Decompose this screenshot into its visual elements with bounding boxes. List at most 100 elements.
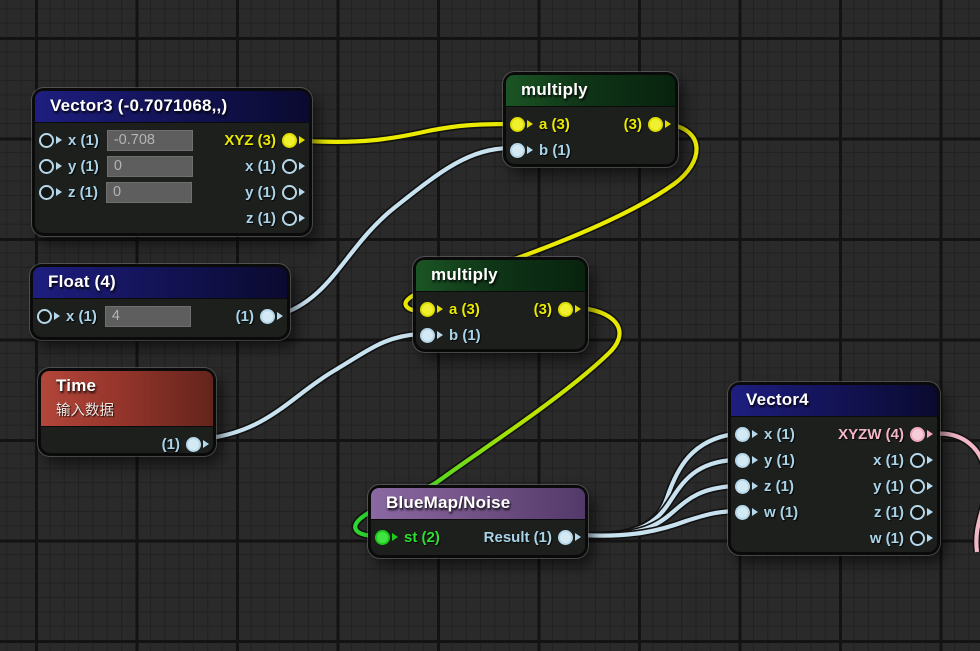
- port-out-circle[interactable]: [186, 437, 201, 452]
- node-vector4[interactable]: Vector4x (1)XYZW (4)y (1)x (1)z (1)y (1)…: [728, 382, 940, 555]
- node-title: Float (4): [48, 272, 272, 292]
- port-out-3[interactable]: [648, 117, 671, 132]
- output-side: (1): [230, 308, 283, 325]
- port-row: w (1): [735, 525, 933, 551]
- port-in-b-1[interactable]: [510, 143, 533, 158]
- port-in-x-1[interactable]: [735, 427, 758, 442]
- port-in-circle[interactable]: [735, 453, 750, 468]
- port-out-circle[interactable]: [558, 302, 573, 317]
- port-in-z-1[interactable]: [735, 479, 758, 494]
- output-side: y (1): [867, 478, 933, 495]
- output-side: (3): [528, 301, 581, 318]
- output-side: y (1): [239, 184, 305, 201]
- port-out-1[interactable]: [186, 437, 209, 452]
- port-arrow-icon: [927, 508, 933, 516]
- port-arrow-icon: [299, 162, 305, 170]
- port-arrow-icon: [527, 120, 533, 128]
- node-title: Vector4: [746, 390, 922, 410]
- port-in-x-1[interactable]: [39, 133, 62, 148]
- value-field[interactable]: 4: [105, 306, 191, 327]
- port-out-xyzw-4[interactable]: [910, 427, 933, 442]
- port-out-z-1[interactable]: [282, 211, 305, 226]
- port-in-st-2[interactable]: [375, 530, 398, 545]
- port-out-circle[interactable]: [910, 531, 925, 546]
- node-multiply1-header[interactable]: multiply: [506, 75, 675, 107]
- port-in-circle[interactable]: [375, 530, 390, 545]
- value-field[interactable]: -0.708: [107, 130, 193, 151]
- node-float[interactable]: Float (4)x (1)4(1): [30, 264, 290, 340]
- port-in-a-3[interactable]: [420, 302, 443, 317]
- port-arrow-icon: [299, 136, 305, 144]
- port-out-circle[interactable]: [910, 453, 925, 468]
- node-bluemap[interactable]: BlueMap/Noisest (2)Result (1): [368, 485, 588, 558]
- node-title: Vector3 (-0.7071068,,): [50, 96, 294, 116]
- port-in-y-1[interactable]: [39, 159, 62, 174]
- port-out-result-1[interactable]: [558, 530, 581, 545]
- port-out-circle[interactable]: [648, 117, 663, 132]
- node-float-header[interactable]: Float (4): [33, 267, 287, 299]
- port-out-w-1[interactable]: [910, 531, 933, 546]
- value-field[interactable]: 0: [107, 156, 193, 177]
- output-port-label: XYZ (3): [224, 132, 276, 149]
- port-in-b-1[interactable]: [420, 328, 443, 343]
- node-multiply1[interactable]: multiplya (3)(3)b (1): [503, 72, 678, 167]
- port-in-circle[interactable]: [39, 185, 54, 200]
- node-time-header[interactable]: Time输入数据: [41, 371, 213, 427]
- value-field[interactable]: 0: [106, 182, 192, 203]
- port-in-circle[interactable]: [735, 505, 750, 520]
- port-arrow-icon: [299, 214, 305, 222]
- port-out-circle[interactable]: [282, 159, 297, 174]
- node-vector4-header[interactable]: Vector4: [731, 385, 937, 417]
- node-vector3-header[interactable]: Vector3 (-0.7071068,,): [35, 91, 309, 123]
- port-in-a-3[interactable]: [510, 117, 533, 132]
- port-out-circle[interactable]: [558, 530, 573, 545]
- port-out-circle[interactable]: [910, 505, 925, 520]
- port-in-y-1[interactable]: [735, 453, 758, 468]
- node-title: multiply: [431, 265, 570, 285]
- node-graph-canvas[interactable]: Vector3 (-0.7071068,,) x (1) -0.708 XYZ (3)…: [0, 0, 980, 651]
- port-in-x-1[interactable]: [37, 309, 60, 324]
- port-out-1[interactable]: [260, 309, 283, 324]
- port-out-circle[interactable]: [260, 309, 275, 324]
- port-out-x-1[interactable]: [282, 159, 305, 174]
- port-in-z-1[interactable]: [39, 185, 62, 200]
- node-vector3[interactable]: Vector3 (-0.7071068,,) x (1) -0.708 XYZ (3)…: [32, 88, 312, 236]
- port-out-circle[interactable]: [910, 427, 925, 442]
- output-side: XYZW (4): [832, 426, 933, 443]
- port-out-circle[interactable]: [282, 133, 297, 148]
- port-out-circle[interactable]: [282, 185, 297, 200]
- port-out-circle[interactable]: [282, 211, 297, 226]
- port-in-circle[interactable]: [39, 159, 54, 174]
- node-body: st (2)Result (1): [371, 520, 585, 554]
- port-in-circle[interactable]: [510, 143, 525, 158]
- port-in-circle[interactable]: [420, 302, 435, 317]
- node-body: a (3)(3)b (1): [506, 107, 675, 167]
- node-body: (1): [41, 427, 213, 461]
- node-time[interactable]: Time输入数据(1): [38, 368, 216, 456]
- port-out-xyz-3[interactable]: [282, 133, 305, 148]
- output-side: z (1): [240, 210, 305, 227]
- port-out-x-1[interactable]: [910, 453, 933, 468]
- node-multiply2-header[interactable]: multiply: [416, 260, 585, 292]
- output-port-label: (3): [624, 116, 642, 133]
- port-in-circle[interactable]: [37, 309, 52, 324]
- port-arrow-icon: [575, 533, 581, 541]
- port-out-y-1[interactable]: [910, 479, 933, 494]
- wire-outline: [210, 334, 420, 438]
- port-out-circle[interactable]: [910, 479, 925, 494]
- node-multiply2[interactable]: multiplya (3)(3)b (1): [413, 257, 588, 352]
- input-port-label: x (1): [68, 132, 99, 149]
- port-row: w (1)z (1): [735, 499, 933, 525]
- port-in-w-1[interactable]: [735, 505, 758, 520]
- port-in-circle[interactable]: [420, 328, 435, 343]
- port-in-circle[interactable]: [735, 479, 750, 494]
- port-out-3[interactable]: [558, 302, 581, 317]
- port-in-circle[interactable]: [735, 427, 750, 442]
- output-side: (3): [618, 116, 671, 133]
- node-bluemap-header[interactable]: BlueMap/Noise: [371, 488, 585, 520]
- port-out-z-1[interactable]: [910, 505, 933, 520]
- port-row: x (1)4(1): [37, 303, 283, 329]
- port-in-circle[interactable]: [510, 117, 525, 132]
- port-out-y-1[interactable]: [282, 185, 305, 200]
- port-in-circle[interactable]: [39, 133, 54, 148]
